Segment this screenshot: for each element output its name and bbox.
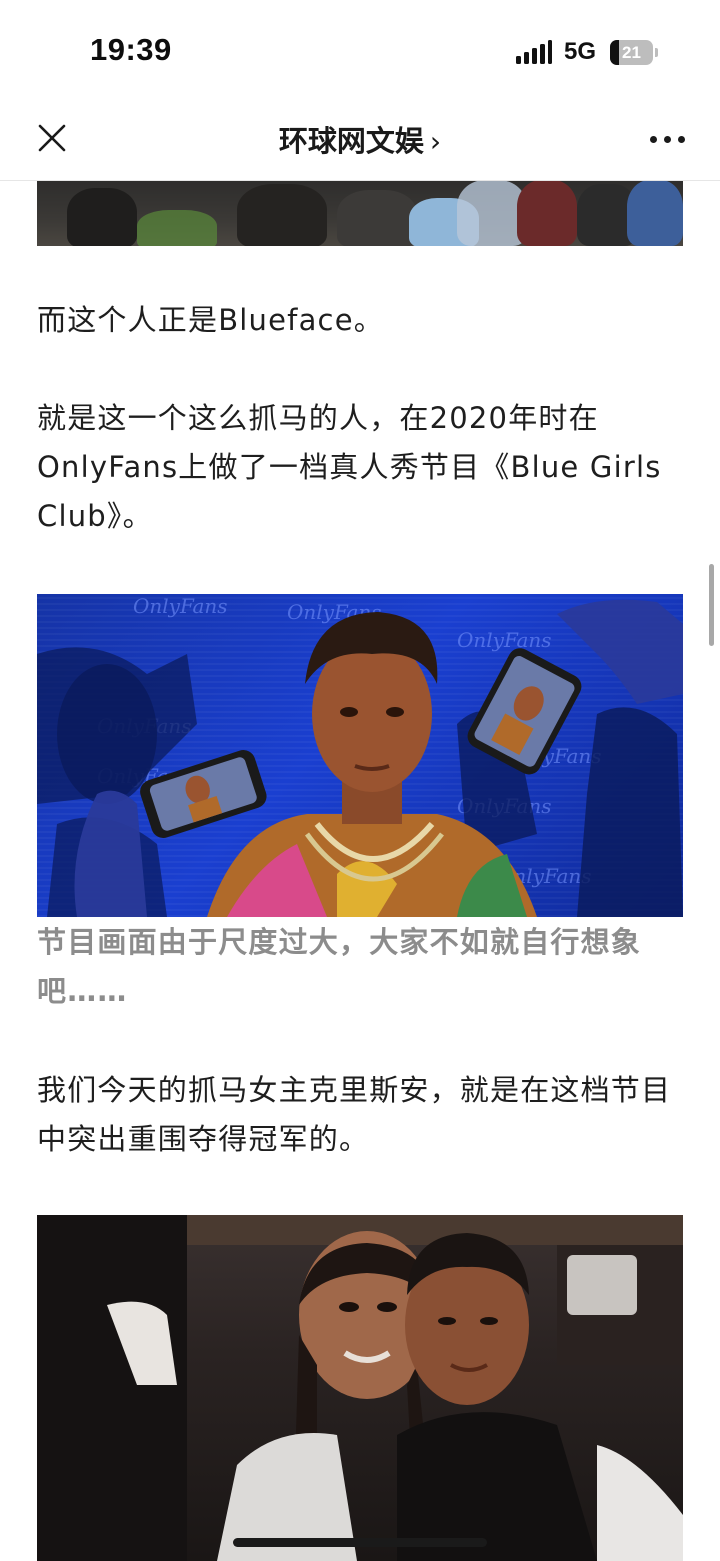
account-title-link[interactable]: 环球网文娱 › [220, 118, 500, 160]
scrollbar-thumb[interactable] [709, 564, 714, 646]
crowd-photo[interactable] [37, 180, 683, 246]
signal-strength-icon [516, 40, 552, 64]
close-icon[interactable] [36, 122, 68, 154]
chevron-right-icon: › [429, 125, 442, 158]
article-paragraph: 而这个人正是Blueface。 [37, 303, 384, 337]
image-caption: 节目画面由于尺度过大，大家不如就自行想象吧…… [37, 925, 642, 1008]
article-body: 而这个人正是Blueface。 就是这一个这么抓马的人，在2020年时在Only… [0, 180, 720, 1561]
account-name: 环球网文娱 [278, 124, 424, 158]
couple-photo[interactable] [37, 1215, 683, 1561]
battery-icon: 21 [610, 40, 658, 65]
battery-percent: 21 [622, 43, 641, 62]
more-icon[interactable] [650, 134, 686, 144]
blueface-illustration [37, 599, 683, 917]
status-bar: 19:39 5G 21 [0, 0, 720, 100]
status-time: 19:39 [90, 32, 172, 67]
nav-bar: 环球网文娱 › [0, 100, 720, 181]
network-type-label: 5G [564, 38, 597, 65]
blueface-onlyfans-image[interactable]: OnlyFans OnlyFans OnlyFans OnlyFans Only… [37, 594, 683, 917]
article-paragraph: 我们今天的抓马女主克里斯安，就是在这档节目中突出重围夺得冠军的。 [37, 1073, 672, 1156]
couple-photo-illustration [37, 1215, 683, 1561]
home-indicator[interactable] [233, 1538, 487, 1547]
article-paragraph: 就是这一个这么抓马的人，在2020年时在OnlyFans上做了一档真人秀节目《B… [37, 401, 662, 533]
